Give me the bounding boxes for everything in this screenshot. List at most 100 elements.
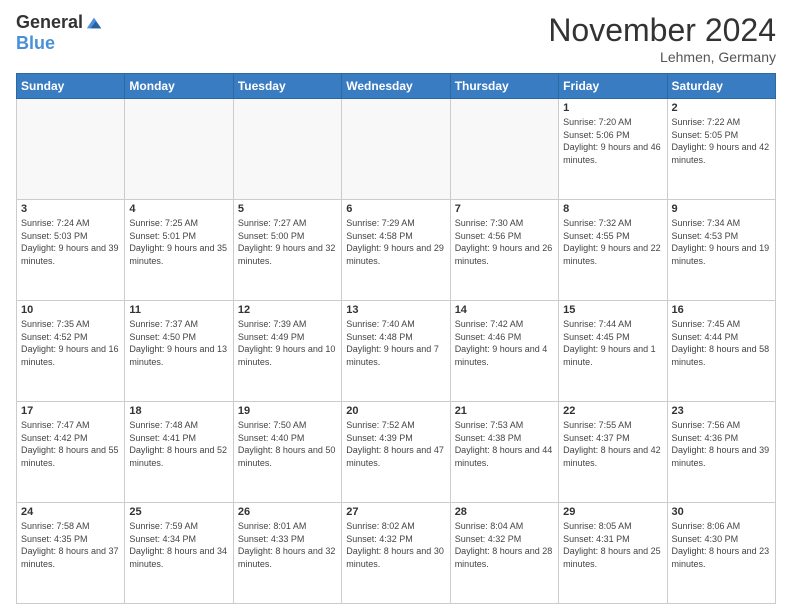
day-number: 16: [672, 304, 771, 316]
day-number: 17: [21, 405, 120, 417]
calendar-cell: 22 Sunrise: 7:55 AMSunset: 4:37 PMDayligh…: [559, 402, 667, 503]
calendar-cell: 27 Sunrise: 8:02 AMSunset: 4:32 PMDayligh…: [342, 503, 450, 604]
calendar-cell: 5 Sunrise: 7:27 AMSunset: 5:00 PMDaylight…: [233, 200, 341, 301]
calendar-cell: 29Sunrise: 8:05 AMSunset: 4:31 PMDayligh…: [559, 503, 667, 604]
calendar-cell: 26Sunrise: 8:01 AMSunset: 4:33 PMDayligh…: [233, 503, 341, 604]
day-info: Sunrise: 7:34 AMSunset: 4:53 PMDaylight:…: [672, 217, 771, 267]
day-info: Sunrise: 7:27 AMSunset: 5:00 PMDaylight:…: [238, 217, 337, 267]
day-number: 13: [346, 304, 445, 316]
day-number: 18: [129, 405, 228, 417]
day-number: 23: [672, 405, 771, 417]
logo-blue-text: Blue: [16, 33, 55, 54]
day-info: Sunrise: 7:35 AMSunset: 4:52 PMDaylight:…: [21, 318, 120, 368]
calendar-cell: 3 Sunrise: 7:24 AMSunset: 5:03 PMDaylight…: [17, 200, 125, 301]
day-number: 10: [21, 304, 120, 316]
day-number: 14: [455, 304, 554, 316]
calendar-cell: 23 Sunrise: 7:56 AMSunset: 4:36 PMDayligh…: [667, 402, 775, 503]
calendar-week-1: 1 Sunrise: 7:20 AMSunset: 5:06 PMDaylight…: [17, 99, 776, 200]
calendar-cell: 1 Sunrise: 7:20 AMSunset: 5:06 PMDaylight…: [559, 99, 667, 200]
day-number: 25: [129, 506, 228, 518]
page: General Blue November 2024 Lehmen, Germa…: [0, 0, 792, 612]
calendar-cell: 10 Sunrise: 7:35 AMSunset: 4:52 PMDayligh…: [17, 301, 125, 402]
day-info: Sunrise: 7:55 AMSunset: 4:37 PMDaylight:…: [563, 419, 662, 469]
day-number: 19: [238, 405, 337, 417]
calendar-week-5: 24Sunrise: 7:58 AMSunset: 4:35 PMDayligh…: [17, 503, 776, 604]
calendar-header-thursday: Thursday: [450, 74, 558, 99]
calendar-cell: [233, 99, 341, 200]
calendar-cell: 6 Sunrise: 7:29 AMSunset: 4:58 PMDaylight…: [342, 200, 450, 301]
day-number: 8: [563, 203, 662, 215]
day-info: Sunrise: 7:47 AMSunset: 4:42 PMDaylight:…: [21, 419, 120, 469]
calendar-cell: 13 Sunrise: 7:40 AMSunset: 4:48 PMDayligh…: [342, 301, 450, 402]
day-number: 6: [346, 203, 445, 215]
calendar-cell: [450, 99, 558, 200]
calendar-cell: [125, 99, 233, 200]
calendar-cell: 15Sunrise: 7:44 AMSunset: 4:45 PMDayligh…: [559, 301, 667, 402]
day-number: 12: [238, 304, 337, 316]
logo-icon: [85, 14, 103, 32]
calendar-header-friday: Friday: [559, 74, 667, 99]
day-number: 7: [455, 203, 554, 215]
day-info: Sunrise: 7:50 AMSunset: 4:40 PMDaylight:…: [238, 419, 337, 469]
calendar-header-monday: Monday: [125, 74, 233, 99]
calendar-cell: 20Sunrise: 7:52 AMSunset: 4:39 PMDayligh…: [342, 402, 450, 503]
day-info: Sunrise: 7:40 AMSunset: 4:48 PMDaylight:…: [346, 318, 445, 368]
day-number: 30: [672, 506, 771, 518]
day-info: Sunrise: 7:52 AMSunset: 4:39 PMDaylight:…: [346, 419, 445, 469]
day-number: 4: [129, 203, 228, 215]
day-info: Sunrise: 7:24 AMSunset: 5:03 PMDaylight:…: [21, 217, 120, 267]
day-info: Sunrise: 7:32 AMSunset: 4:55 PMDaylight:…: [563, 217, 662, 267]
calendar: SundayMondayTuesdayWednesdayThursdayFrid…: [16, 73, 776, 604]
calendar-week-4: 17 Sunrise: 7:47 AMSunset: 4:42 PMDayligh…: [17, 402, 776, 503]
calendar-cell: 4Sunrise: 7:25 AMSunset: 5:01 PMDaylight…: [125, 200, 233, 301]
header: General Blue November 2024 Lehmen, Germa…: [16, 12, 776, 65]
day-info: Sunrise: 7:39 AMSunset: 4:49 PMDaylight:…: [238, 318, 337, 368]
calendar-cell: 7 Sunrise: 7:30 AMSunset: 4:56 PMDaylight…: [450, 200, 558, 301]
calendar-cell: 16 Sunrise: 7:45 AMSunset: 4:44 PMDayligh…: [667, 301, 775, 402]
calendar-header-tuesday: Tuesday: [233, 74, 341, 99]
calendar-week-2: 3 Sunrise: 7:24 AMSunset: 5:03 PMDaylight…: [17, 200, 776, 301]
day-info: Sunrise: 7:20 AMSunset: 5:06 PMDaylight:…: [563, 116, 662, 166]
day-info: Sunrise: 7:29 AMSunset: 4:58 PMDaylight:…: [346, 217, 445, 267]
calendar-cell: 11 Sunrise: 7:37 AMSunset: 4:50 PMDayligh…: [125, 301, 233, 402]
day-info: Sunrise: 7:44 AMSunset: 4:45 PMDaylight:…: [563, 318, 662, 368]
calendar-cell: 2 Sunrise: 7:22 AMSunset: 5:05 PMDaylight…: [667, 99, 775, 200]
day-info: Sunrise: 7:22 AMSunset: 5:05 PMDaylight:…: [672, 116, 771, 166]
day-info: Sunrise: 8:01 AMSunset: 4:33 PMDaylight:…: [238, 520, 337, 570]
day-info: Sunrise: 7:59 AMSunset: 4:34 PMDaylight:…: [129, 520, 228, 570]
calendar-cell: 12 Sunrise: 7:39 AMSunset: 4:49 PMDayligh…: [233, 301, 341, 402]
calendar-cell: 18 Sunrise: 7:48 AMSunset: 4:41 PMDayligh…: [125, 402, 233, 503]
calendar-cell: [342, 99, 450, 200]
day-number: 21: [455, 405, 554, 417]
calendar-week-3: 10 Sunrise: 7:35 AMSunset: 4:52 PMDayligh…: [17, 301, 776, 402]
calendar-cell: 24Sunrise: 7:58 AMSunset: 4:35 PMDayligh…: [17, 503, 125, 604]
day-number: 2: [672, 102, 771, 114]
calendar-cell: 9Sunrise: 7:34 AMSunset: 4:53 PMDaylight…: [667, 200, 775, 301]
day-number: 5: [238, 203, 337, 215]
day-number: 3: [21, 203, 120, 215]
location: Lehmen, Germany: [548, 49, 776, 65]
calendar-cell: 30 Sunrise: 8:06 AMSunset: 4:30 PMDayligh…: [667, 503, 775, 604]
calendar-header-wednesday: Wednesday: [342, 74, 450, 99]
logo-general-text: General: [16, 12, 83, 33]
day-number: 11: [129, 304, 228, 316]
day-number: 1: [563, 102, 662, 114]
day-info: Sunrise: 7:45 AMSunset: 4:44 PMDaylight:…: [672, 318, 771, 368]
calendar-cell: [17, 99, 125, 200]
calendar-cell: 21Sunrise: 7:53 AMSunset: 4:38 PMDayligh…: [450, 402, 558, 503]
day-info: Sunrise: 7:30 AMSunset: 4:56 PMDaylight:…: [455, 217, 554, 267]
day-info: Sunrise: 7:48 AMSunset: 4:41 PMDaylight:…: [129, 419, 228, 469]
title-section: November 2024 Lehmen, Germany: [548, 12, 776, 65]
day-info: Sunrise: 7:58 AMSunset: 4:35 PMDaylight:…: [21, 520, 120, 570]
day-number: 27: [346, 506, 445, 518]
calendar-cell: 28Sunrise: 8:04 AMSunset: 4:32 PMDayligh…: [450, 503, 558, 604]
day-number: 22: [563, 405, 662, 417]
day-info: Sunrise: 7:56 AMSunset: 4:36 PMDaylight:…: [672, 419, 771, 469]
day-number: 29: [563, 506, 662, 518]
day-info: Sunrise: 7:37 AMSunset: 4:50 PMDaylight:…: [129, 318, 228, 368]
calendar-cell: 17 Sunrise: 7:47 AMSunset: 4:42 PMDayligh…: [17, 402, 125, 503]
day-info: Sunrise: 8:02 AMSunset: 4:32 PMDaylight:…: [346, 520, 445, 570]
day-info: Sunrise: 7:42 AMSunset: 4:46 PMDaylight:…: [455, 318, 554, 368]
calendar-header-saturday: Saturday: [667, 74, 775, 99]
day-info: Sunrise: 8:06 AMSunset: 4:30 PMDaylight:…: [672, 520, 771, 570]
